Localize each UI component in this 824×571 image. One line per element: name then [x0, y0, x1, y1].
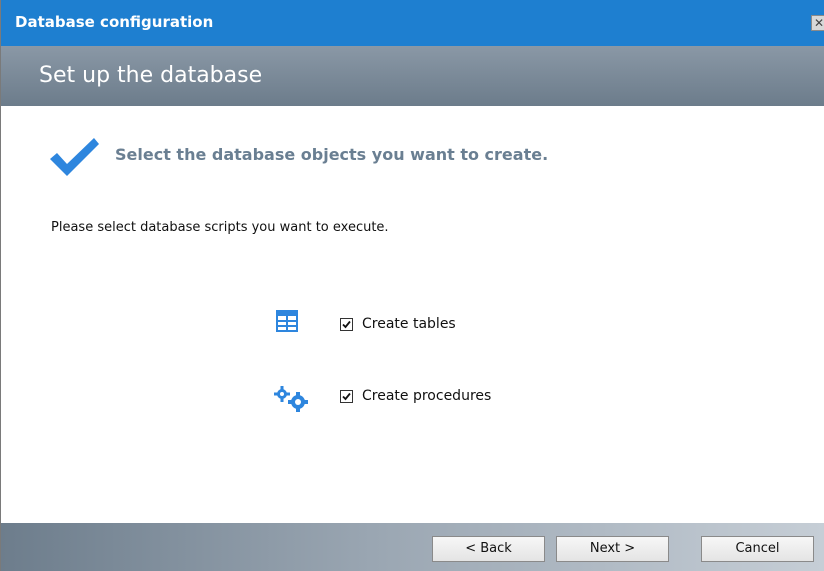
checkbox-check-icon	[342, 392, 351, 401]
window-title: Database configuration	[15, 13, 214, 31]
create-procedures-checkbox[interactable]	[340, 390, 353, 403]
cancel-button[interactable]: Cancel	[701, 536, 814, 562]
wizard-header: Set up the database	[1, 46, 824, 106]
create-tables-checkbox[interactable]	[340, 318, 353, 331]
gears-icon	[274, 386, 308, 412]
create-tables-label[interactable]: Create tables	[362, 316, 456, 332]
table-icon	[276, 310, 298, 332]
title-bar[interactable]: Database configuration ✕	[1, 0, 824, 46]
back-button[interactable]: < Back	[432, 536, 545, 562]
checkbox-check-icon	[342, 320, 351, 329]
close-button[interactable]: ✕	[811, 15, 824, 31]
section-heading: Select the database objects you want to …	[115, 145, 549, 164]
wizard-footer: < Back Next > Cancel	[1, 523, 824, 571]
page-title: Set up the database	[39, 63, 263, 88]
instruction-text: Please select database scripts you want …	[51, 220, 389, 235]
dialog-window: Database configuration ✕ Set up the data…	[0, 0, 824, 571]
create-procedures-label[interactable]: Create procedures	[362, 388, 491, 404]
close-icon: ✕	[813, 16, 824, 30]
checkmark-icon	[50, 138, 99, 176]
next-button[interactable]: Next >	[556, 536, 669, 562]
